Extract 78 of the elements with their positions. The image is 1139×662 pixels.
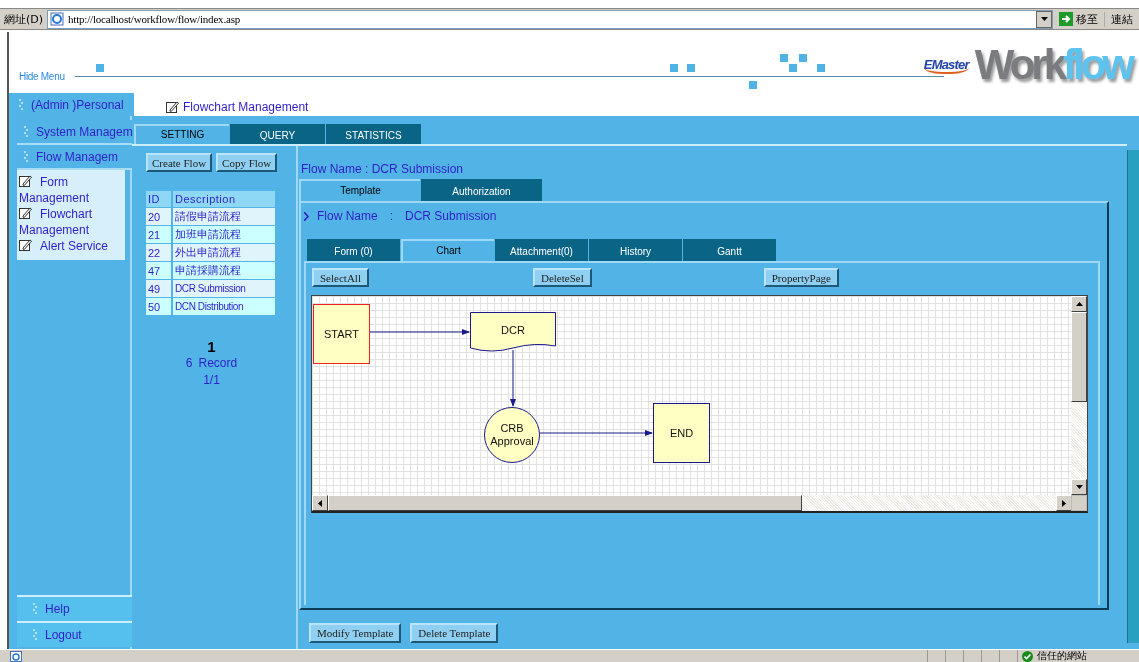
submenu-item[interactable]: Flowchart Management bbox=[18, 206, 125, 238]
menu-item[interactable]: (Admin )Personal bbox=[9, 93, 134, 116]
scroll-left-icon[interactable] bbox=[318, 499, 322, 507]
note-icon bbox=[19, 239, 32, 251]
flow-link[interactable]: DCR Submission bbox=[173, 280, 277, 297]
tab[interactable]: Authorization bbox=[421, 179, 542, 201]
template-button[interactable]: Delete Template bbox=[410, 623, 499, 643]
page-indicator: 1/1 bbox=[203, 372, 220, 389]
scroll-right-icon[interactable] bbox=[1062, 499, 1066, 507]
tab[interactable]: Chart bbox=[401, 239, 494, 261]
toolbar-button[interactable]: PropertyPage bbox=[763, 268, 839, 287]
scrollbar-corner bbox=[1071, 495, 1087, 511]
note-icon bbox=[166, 100, 179, 113]
grip-icon bbox=[24, 150, 28, 163]
flow-link[interactable]: 外出申請流程 bbox=[173, 244, 277, 261]
page-scrollbar[interactable] bbox=[1127, 150, 1139, 643]
hide-menu-link[interactable]: Hide Menu bbox=[19, 71, 65, 82]
page-title: Flowchart Management bbox=[183, 99, 309, 114]
record-count: 6 bbox=[185, 355, 193, 372]
table-cell: 47 bbox=[146, 262, 173, 279]
note-icon bbox=[19, 207, 32, 219]
grip-icon bbox=[33, 603, 37, 615]
horizontal-scrollbar[interactable] bbox=[312, 495, 1072, 511]
menu-item[interactable]: Help bbox=[17, 595, 132, 621]
grip-icon bbox=[19, 98, 23, 111]
toolbar-button[interactable]: SelectAll bbox=[312, 268, 369, 287]
flow-link[interactable]: DCN Distribution bbox=[173, 298, 277, 315]
table-cell: 50 bbox=[146, 298, 173, 315]
tab[interactable]: STATISTICS bbox=[326, 124, 421, 144]
page-icon bbox=[50, 12, 65, 26]
chevron-icon bbox=[304, 211, 309, 221]
flow-button[interactable]: Create Flow bbox=[146, 153, 213, 172]
tab[interactable]: Gantt bbox=[683, 239, 776, 261]
links-label[interactable]: 連結 bbox=[1104, 11, 1139, 27]
vertical-scrollbar[interactable] bbox=[1071, 296, 1087, 495]
column-header: ID bbox=[146, 191, 173, 207]
flowchart-node[interactable]: DCR bbox=[470, 312, 556, 352]
menu-item[interactable]: System Managem bbox=[17, 120, 132, 145]
table-cell: 49 bbox=[146, 280, 173, 297]
template-button[interactable]: Modify Template bbox=[309, 623, 402, 643]
submenu-item[interactable]: Form Management bbox=[18, 174, 125, 206]
table-cell: 21 bbox=[146, 226, 173, 243]
tab[interactable]: History bbox=[589, 239, 682, 261]
column-header: Description bbox=[173, 191, 277, 207]
address-label: 網址(D) bbox=[3, 11, 45, 27]
menu-item[interactable]: Logout bbox=[17, 621, 132, 647]
flow-name-heading: Flow Name : DCR Submission bbox=[300, 162, 465, 177]
circle-node[interactable]: CRB Approval bbox=[484, 407, 540, 463]
toolbar-button[interactable]: DeleteSel bbox=[532, 268, 592, 287]
flow-link[interactable]: 申請採購流程 bbox=[173, 262, 277, 279]
field-value: DCR Submission bbox=[405, 209, 497, 223]
separator: : bbox=[389, 209, 394, 223]
flow-link[interactable]: 加班申請流程 bbox=[173, 226, 277, 243]
tab[interactable]: Form (0) bbox=[307, 239, 400, 261]
record-label: Record bbox=[198, 355, 238, 372]
arrow-icon bbox=[1059, 12, 1073, 26]
flowchart-node[interactable]: END bbox=[653, 403, 710, 463]
menu-item[interactable]: Flow Managem bbox=[17, 145, 132, 170]
page-number[interactable]: 1 bbox=[207, 338, 216, 355]
grip-icon bbox=[24, 125, 28, 138]
tab[interactable]: QUERY bbox=[230, 124, 325, 144]
security-zone-label: 信任的網站 bbox=[1037, 650, 1087, 662]
table-cell: 20 bbox=[146, 208, 173, 225]
tab[interactable]: SETTING bbox=[134, 124, 229, 144]
flow-button[interactable]: Copy Flow bbox=[216, 153, 278, 172]
connector-arrow bbox=[510, 349, 516, 407]
flowchart-node[interactable]: START bbox=[313, 304, 370, 364]
tab[interactable]: Attachment(0) bbox=[495, 239, 588, 261]
grip-icon bbox=[33, 629, 37, 641]
submenu-item[interactable]: Alert Service bbox=[18, 238, 125, 254]
flow-link[interactable]: 請假申請流程 bbox=[173, 208, 277, 225]
scroll-down-icon[interactable] bbox=[1075, 485, 1083, 489]
field-label: Flow Name bbox=[317, 209, 378, 223]
address-field[interactable]: http://localhost/workflow/flow/index.asp bbox=[47, 9, 1053, 29]
table-cell: 22 bbox=[146, 244, 173, 261]
scroll-up-icon[interactable] bbox=[1075, 302, 1083, 306]
note-icon bbox=[19, 175, 32, 187]
tab[interactable]: Template bbox=[299, 179, 420, 201]
